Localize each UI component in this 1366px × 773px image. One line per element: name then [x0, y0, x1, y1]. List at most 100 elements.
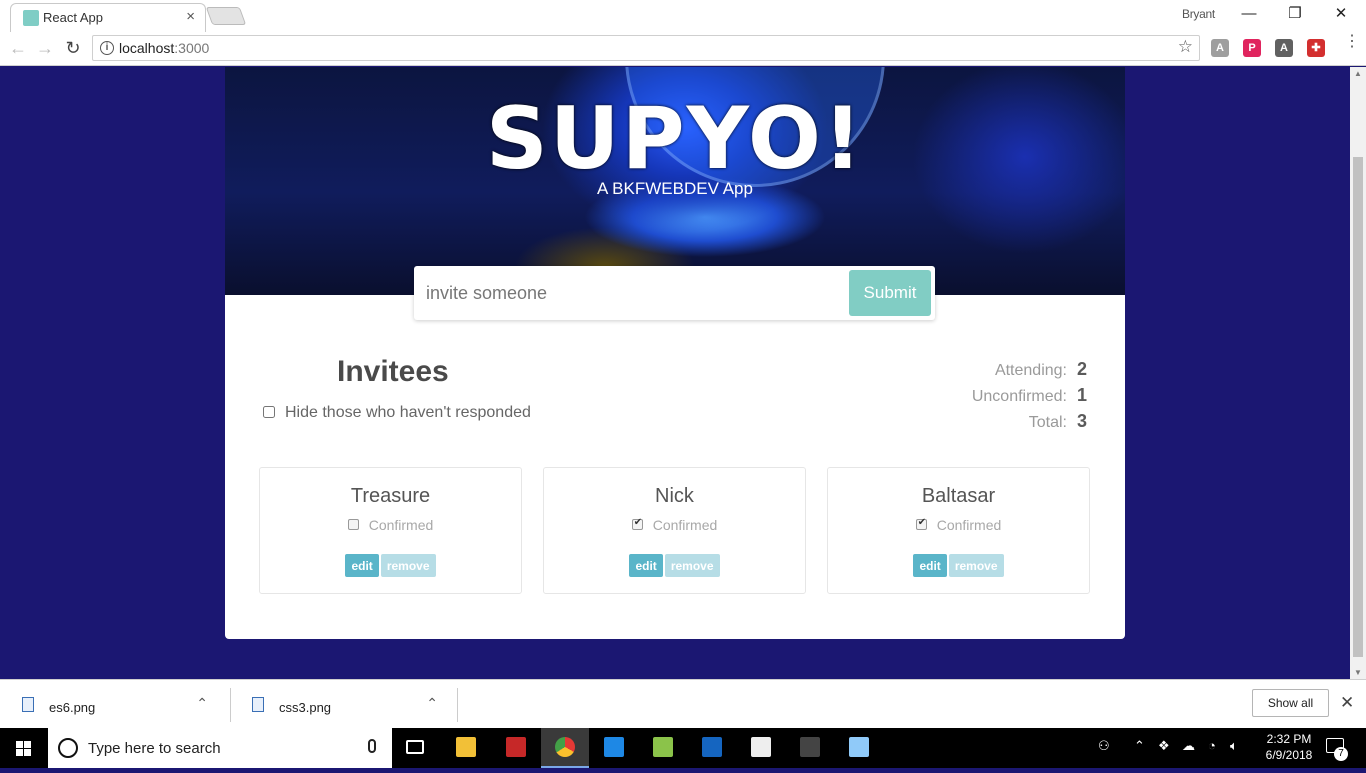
submit-button[interactable]: Submit [849, 270, 931, 316]
scroll-up-icon[interactable]: ▲ [1354, 69, 1362, 78]
guest-confirmed[interactable]: Confirmed [260, 517, 521, 533]
page-scrollbar[interactable]: ▲ ▼ [1350, 67, 1366, 679]
guest-name: Treasure [350, 485, 431, 507]
address-bar[interactable]: i localhost:3000 ☆ [92, 35, 1200, 61]
count-value: 2 [1076, 359, 1087, 379]
count-row: Unconfirmed: 1 [972, 385, 1087, 411]
filezilla-icon [506, 737, 526, 757]
angular-icon[interactable]: A [1211, 39, 1229, 57]
close-downloads-icon[interactable]: ✕ [1340, 693, 1354, 713]
scroll-thumb[interactable] [1353, 157, 1363, 657]
count-row: Attending: 2 [972, 359, 1087, 385]
url-host: localhost [119, 40, 175, 56]
bookmark-star-icon[interactable]: ☆ [1178, 37, 1193, 57]
edit-button[interactable]: edit [913, 554, 947, 577]
download-item[interactable]: css3.png ⌃ [230, 688, 456, 722]
pinterest-icon[interactable]: P [1243, 39, 1261, 57]
chrome-icon [555, 737, 575, 757]
chevron-up-icon[interactable]: ⌃ [1134, 738, 1145, 754]
count-label: Unconfirmed: [971, 388, 1067, 405]
taskbar-app[interactable] [688, 728, 736, 768]
volume-icon[interactable]: 🔈︎ [1230, 738, 1238, 754]
browser-tab[interactable]: React App × [10, 3, 206, 32]
taskbar-app[interactable] [835, 728, 883, 768]
count-value: 1 [1076, 385, 1087, 405]
clock-time: 2:32 PM [1266, 732, 1312, 746]
react-favicon-icon [23, 10, 39, 26]
filter-label: Hide those who haven't responded [285, 404, 531, 421]
confirmed-checkbox[interactable] [631, 517, 643, 530]
count-row: Total: 3 [972, 411, 1087, 437]
invite-form: Submit [414, 266, 935, 320]
chevron-up-icon[interactable]: ⌃ [196, 695, 208, 712]
hero-banner: SUPYO! A BKFWEBDEV App [225, 67, 1125, 295]
start-button[interactable] [0, 728, 48, 768]
visual-studio-icon [702, 737, 722, 757]
reload-button[interactable]: ↻ [62, 37, 84, 59]
edit-button[interactable]: edit [629, 554, 663, 577]
taskbar-app[interactable] [392, 728, 440, 768]
windows-taskbar: Type here to search ⚇ ⌃ ❖ ☁ ◔ 🔈︎ 2:32 PM… [0, 728, 1366, 768]
taskbar-app[interactable] [492, 728, 540, 768]
taskbar-app[interactable] [737, 728, 785, 768]
git-icon [653, 737, 673, 757]
cortana-icon[interactable] [58, 738, 78, 758]
scroll-down-icon[interactable]: ▼ [1354, 668, 1362, 677]
hide-unresponded-checkbox[interactable] [263, 406, 275, 418]
page-viewport: SUPYO! A BKFWEBDEV App Submit Invitees H… [0, 67, 1350, 679]
download-item[interactable]: es6.png ⌃ [0, 688, 226, 722]
notification-count-badge: 7 [1334, 747, 1348, 761]
taskbar-app[interactable] [590, 728, 638, 768]
angular-dark-icon[interactable]: A [1275, 39, 1293, 57]
new-tab-button[interactable] [205, 7, 247, 25]
chrome-menu-icon[interactable]: ⋮ [1344, 34, 1360, 50]
confirmed-label: Confirmed [368, 517, 434, 533]
tab-close-icon[interactable]: × [186, 8, 195, 25]
confirmed-checkbox[interactable] [915, 517, 927, 530]
close-window-button[interactable]: ✕ [1318, 2, 1364, 28]
forward-button[interactable]: → [34, 37, 56, 59]
guest-list: TreasureConfirmededitremoveNickConfirmed… [259, 467, 1091, 595]
taskbar-app[interactable] [639, 728, 687, 768]
system-clock[interactable]: 2:32 PM 6/9/2018 [1258, 731, 1320, 763]
microphone-icon[interactable] [368, 739, 376, 753]
confirmed-label: Confirmed [652, 517, 718, 533]
info-icon[interactable]: i [100, 41, 114, 55]
guest-confirmed[interactable]: Confirmed [828, 517, 1089, 533]
wifi-icon[interactable]: ◔ [1208, 738, 1216, 753]
invite-input[interactable] [426, 278, 836, 308]
image-file-icon [252, 697, 264, 712]
browser-toolbar: ← → ↻ i localhost:3000 ☆ A P A ✚ ⋮ [0, 32, 1366, 66]
guest-name: Baltasar [921, 485, 996, 507]
profile-name[interactable]: Bryant [1182, 7, 1215, 21]
count-label: Total: [1028, 414, 1067, 431]
guest-actions: edit remove [544, 554, 805, 577]
remove-button[interactable]: remove [664, 554, 720, 577]
url-text[interactable]: localhost:3000 [119, 40, 209, 56]
guest-name: Nick [655, 485, 694, 507]
taskbar-search[interactable]: Type here to search [48, 728, 392, 768]
taskbar-search-placeholder: Type here to search [88, 740, 221, 757]
taskbar-app[interactable] [541, 728, 589, 768]
back-button[interactable]: ← [7, 37, 29, 59]
remove-button[interactable]: remove [380, 554, 436, 577]
rsvp-counts: Attending: 2 Unconfirmed: 1 Total: 3 [972, 359, 1087, 437]
file-explorer-icon [456, 737, 476, 757]
guest-confirmed[interactable]: Confirmed [544, 517, 805, 533]
hide-unresponded-filter[interactable]: Hide those who haven't responded [263, 404, 531, 422]
minimize-button[interactable]: — [1226, 2, 1272, 28]
url-port: :3000 [174, 40, 210, 56]
taskbar-app[interactable] [442, 728, 490, 768]
restore-button[interactable]: ❐ [1272, 2, 1318, 28]
confirmed-checkbox[interactable] [347, 519, 359, 530]
show-all-downloads-button[interactable]: Show all [1252, 689, 1329, 717]
onedrive-icon[interactable]: ☁ [1182, 738, 1195, 754]
remove-button[interactable]: remove [948, 554, 1004, 577]
edit-button[interactable]: edit [345, 554, 379, 577]
extension-red-icon[interactable]: ✚ [1307, 39, 1325, 57]
chevron-up-icon[interactable]: ⌃ [426, 695, 438, 712]
taskbar-app[interactable] [786, 728, 834, 768]
dropbox-icon[interactable]: ❖ [1158, 738, 1170, 754]
people-icon[interactable]: ⚇ [1098, 738, 1110, 754]
app-tagline: A BKFWEBDEV App [597, 179, 753, 198]
